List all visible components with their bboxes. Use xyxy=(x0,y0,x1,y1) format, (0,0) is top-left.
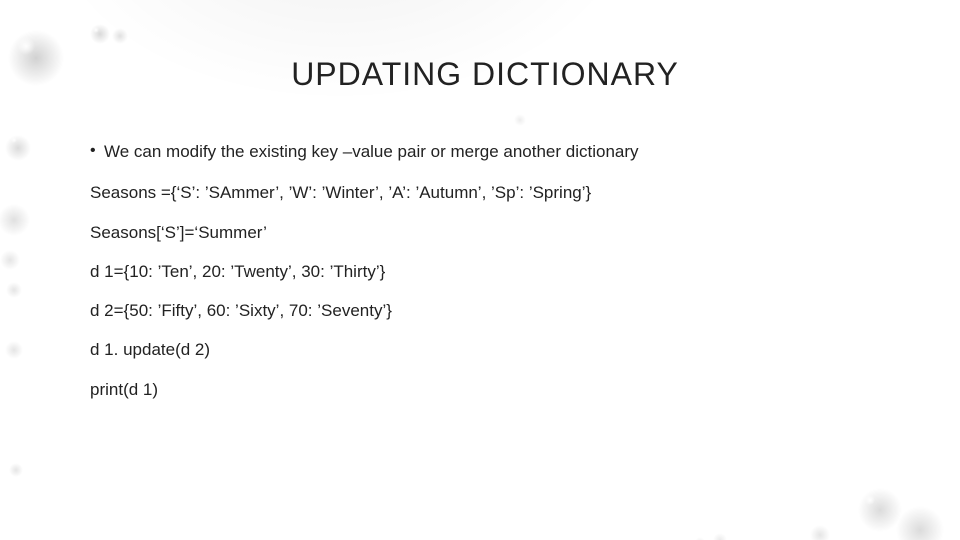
bullet-dot-icon: • xyxy=(90,141,104,162)
slide-title: UPDATING DICTIONARY xyxy=(90,56,880,93)
code-line: d 2={50: ’Fifty’, 60: ’Sixty’, 70: ’Seve… xyxy=(90,300,880,321)
slide-body: • We can modify the existing key –value … xyxy=(90,141,880,400)
code-line: print(d 1) xyxy=(90,379,880,400)
code-line: d 1={10: ’Ten’, 20: ’Twenty’, 30: ’Thirt… xyxy=(90,261,880,282)
bullet-item: • We can modify the existing key –value … xyxy=(90,141,880,162)
code-line: d 1. update(d 2) xyxy=(90,339,880,360)
code-line: Seasons[‘S’]=‘Summer’ xyxy=(90,222,880,243)
bullet-text: We can modify the existing key –value pa… xyxy=(104,141,880,162)
code-line: Seasons ={‘S’: ’SAmmer’, ’W’: ’Winter’, … xyxy=(90,182,880,203)
slide: UPDATING DICTIONARY • We can modify the … xyxy=(0,0,960,540)
